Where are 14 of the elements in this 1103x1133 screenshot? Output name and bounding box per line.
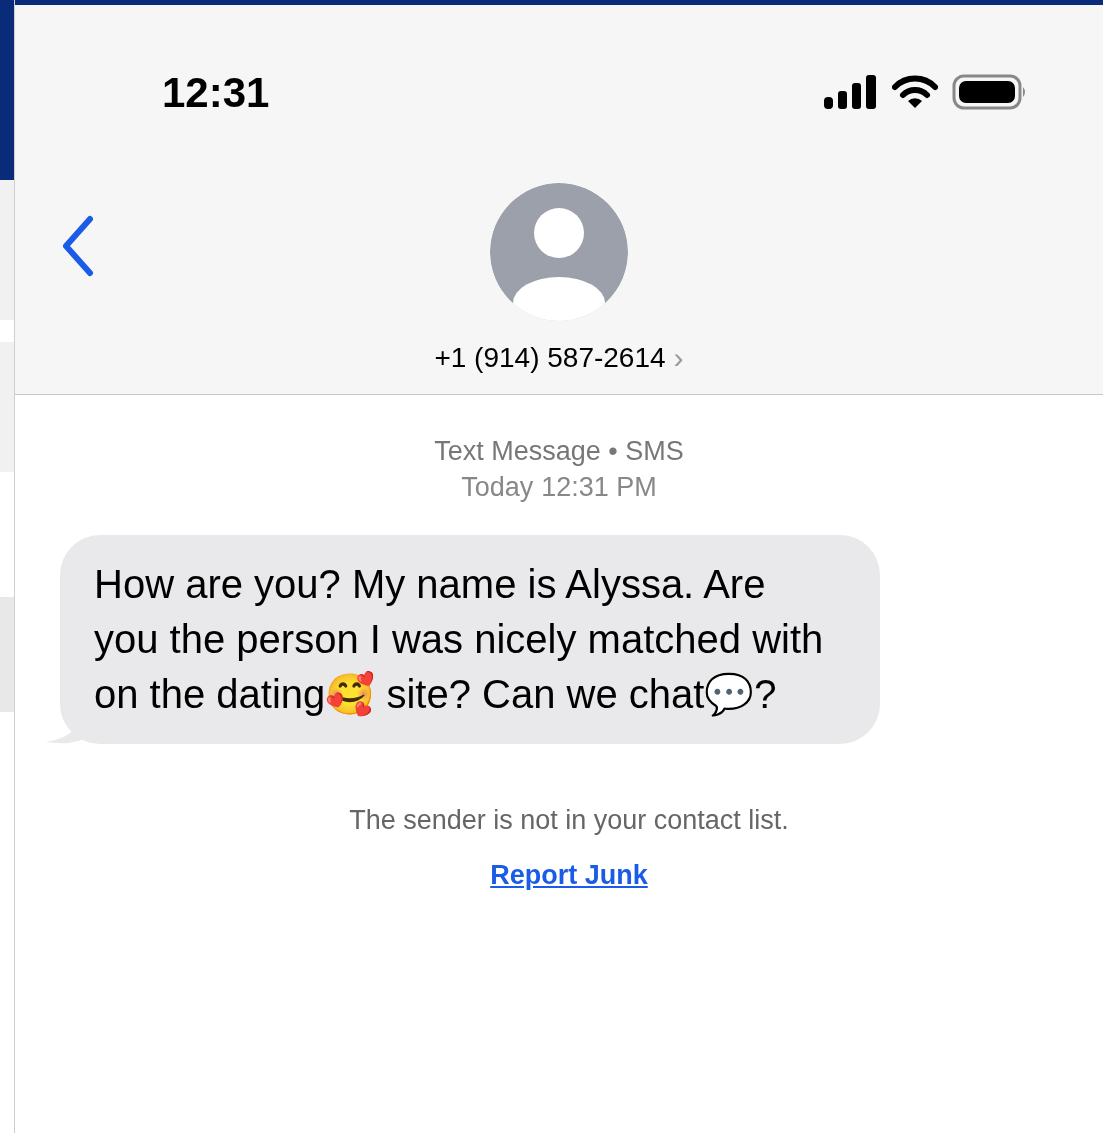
- message-service-label: Text Message • SMS: [434, 435, 684, 468]
- status-time: 12:31: [162, 67, 270, 118]
- battery-icon: [952, 74, 1028, 110]
- contact-number-button[interactable]: +1 (914) 587-2614 ›: [434, 335, 684, 380]
- report-junk-link[interactable]: Report Junk: [490, 854, 648, 895]
- message-time: 12:31 PM: [541, 471, 657, 504]
- message-bubble: How are you? My name is Alyssa. Are you the person I was nicely matched with on the dating🥰 site? Can we chat💬?: [60, 535, 880, 744]
- avatar-icon: [490, 183, 628, 321]
- back-button[interactable]: [60, 215, 96, 277]
- signal-icon: [824, 75, 878, 109]
- sender-notice: The sender is not in your contact list.: [349, 804, 789, 837]
- wifi-icon: [892, 75, 938, 109]
- message-date: Today: [461, 471, 534, 504]
- back-chevron-icon: [60, 215, 96, 277]
